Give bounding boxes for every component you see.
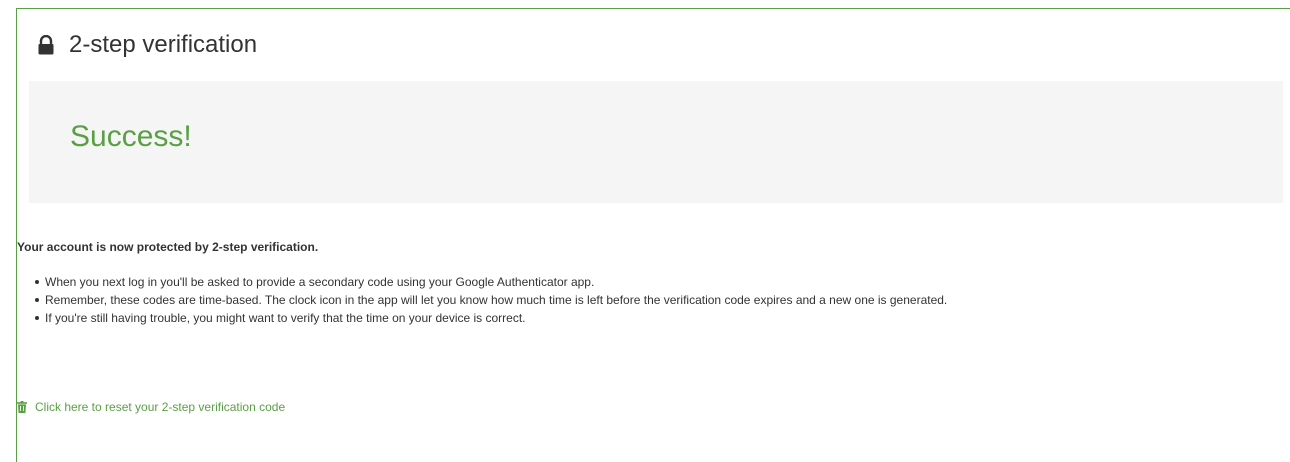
info-list: When you next log in you'll be asked to …	[1, 273, 947, 327]
verification-panel: 2-step verification Success! Your accoun…	[16, 8, 1290, 462]
page-title: 2-step verification	[69, 31, 258, 58]
list-item: Remember, these codes are time-based. Th…	[1, 291, 947, 309]
trash-icon	[17, 401, 27, 413]
success-banner: Success!	[29, 81, 1283, 203]
success-heading: Success!	[70, 120, 192, 153]
panel-header: 2-step verification	[17, 9, 1290, 79]
lead-text: Your account is now protected by 2-step …	[17, 240, 319, 254]
lock-icon	[38, 35, 54, 55]
reset-verification-link[interactable]: Click here to reset your 2-step verifica…	[17, 399, 285, 415]
list-item: If you're still having trouble, you migh…	[1, 309, 947, 327]
reset-link-label: Click here to reset your 2-step verifica…	[35, 400, 286, 414]
list-item: When you next log in you'll be asked to …	[1, 273, 947, 291]
